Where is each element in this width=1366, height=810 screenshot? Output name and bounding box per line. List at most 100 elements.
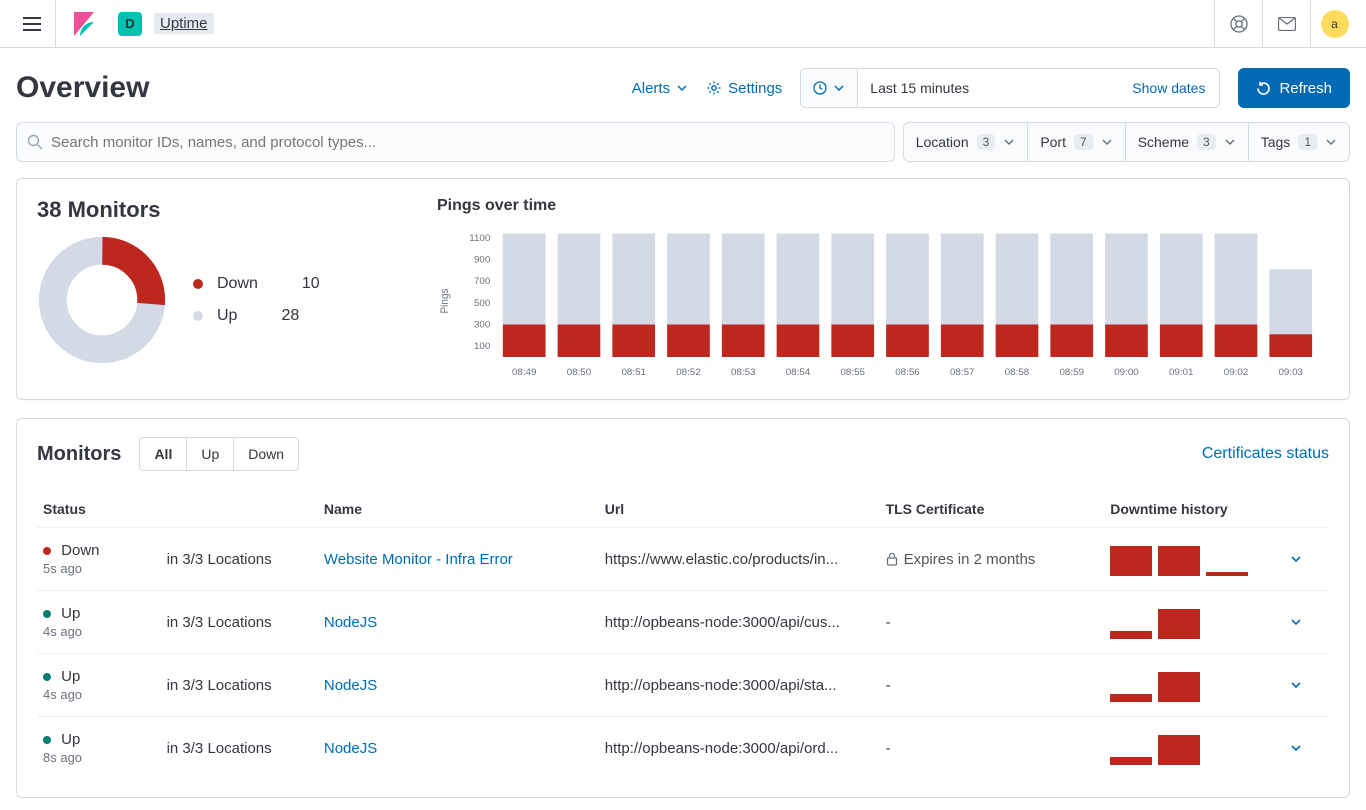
monitors-tabs: AllUpDown bbox=[139, 437, 299, 471]
chevron-down-icon bbox=[1003, 136, 1015, 148]
chevron-down-icon bbox=[1224, 136, 1236, 148]
chevron-down-icon bbox=[676, 82, 688, 94]
status-dot bbox=[43, 673, 51, 681]
status-donut-chart bbox=[37, 235, 167, 365]
page: Overview Alerts Settings Last 15 minutes… bbox=[0, 48, 1366, 810]
expand-row-button[interactable] bbox=[1290, 679, 1323, 691]
kibana-logo[interactable] bbox=[60, 0, 108, 48]
hamburger-icon bbox=[23, 17, 41, 31]
downtime-history bbox=[1110, 542, 1278, 576]
search-input[interactable] bbox=[51, 134, 884, 151]
col-url[interactable]: Url bbox=[599, 491, 880, 528]
monitor-name-link[interactable]: NodeJS bbox=[324, 677, 377, 694]
filter-row: Location 3 Port 7 Scheme 3 Tags 1 bbox=[16, 122, 1350, 162]
svg-text:08:56: 08:56 bbox=[895, 366, 919, 377]
filter-label: Tags bbox=[1261, 134, 1291, 150]
downtime-bar bbox=[1158, 672, 1200, 702]
user-menu[interactable]: a bbox=[1310, 0, 1358, 48]
url-cell: http://opbeans-node:3000/api/ord... bbox=[599, 717, 880, 780]
show-dates-link[interactable]: Show dates bbox=[1118, 69, 1219, 107]
svg-text:08:59: 08:59 bbox=[1060, 366, 1084, 377]
breadcrumb-uptime[interactable]: Uptime bbox=[154, 13, 214, 34]
status-legend: Down 10 Up 28 bbox=[193, 275, 320, 325]
locations-cell: in 3/3 Locations bbox=[161, 528, 318, 591]
svg-text:900: 900 bbox=[474, 254, 490, 265]
status-ago: 5s ago bbox=[43, 561, 155, 576]
status-cell: Up 4s ago bbox=[43, 605, 155, 639]
col-status[interactable]: Status bbox=[37, 491, 318, 528]
legend-up: Up 28 bbox=[193, 307, 320, 325]
expand-row-button[interactable] bbox=[1290, 616, 1323, 628]
alerts-dropdown[interactable]: Alerts bbox=[632, 80, 688, 97]
downtime-bar bbox=[1110, 694, 1152, 702]
locations-cell: in 3/3 Locations bbox=[161, 654, 318, 717]
col-history[interactable]: Downtime history bbox=[1104, 491, 1284, 528]
gear-icon bbox=[706, 80, 722, 96]
time-range-label[interactable]: Last 15 minutes bbox=[858, 69, 1118, 107]
expand-row-button[interactable] bbox=[1290, 742, 1323, 754]
newsfeed-button[interactable] bbox=[1262, 0, 1310, 48]
table-row: Up 4s ago in 3/3 Locations NodeJS http:/… bbox=[37, 591, 1329, 654]
expand-row-button[interactable] bbox=[1290, 553, 1323, 565]
status-cell: Up 8s ago bbox=[43, 731, 155, 765]
status-cell: Down 5s ago bbox=[43, 542, 155, 576]
filter-count-badge: 3 bbox=[1197, 134, 1216, 150]
status-text: Up bbox=[61, 731, 80, 748]
url-cell: http://opbeans-node:3000/api/cus... bbox=[599, 591, 880, 654]
svg-text:08:58: 08:58 bbox=[1005, 366, 1029, 377]
locations-cell: in 3/3 Locations bbox=[161, 591, 318, 654]
downtime-bar bbox=[1110, 757, 1152, 765]
settings-label: Settings bbox=[728, 80, 782, 97]
legend-down-count: 10 bbox=[302, 275, 320, 293]
tab-all[interactable]: All bbox=[140, 438, 186, 470]
status-dot bbox=[43, 610, 51, 618]
alerts-label: Alerts bbox=[632, 80, 670, 97]
page-title: Overview bbox=[16, 71, 149, 105]
monitor-name-link[interactable]: Website Monitor - Infra Error bbox=[324, 551, 513, 568]
topbar: D Uptime a bbox=[0, 0, 1366, 48]
monitors-header: Monitors AllUpDown Certificates status bbox=[37, 437, 1329, 471]
filter-tags[interactable]: Tags 1 bbox=[1249, 122, 1350, 162]
chevron-down-icon bbox=[833, 82, 845, 94]
downtime-history bbox=[1110, 731, 1278, 765]
status-dot bbox=[43, 736, 51, 744]
certificates-link[interactable]: Certificates status bbox=[1202, 445, 1329, 463]
downtime-bar bbox=[1110, 546, 1152, 576]
status-text: Up bbox=[61, 605, 80, 622]
filter-scheme[interactable]: Scheme 3 bbox=[1126, 122, 1249, 162]
status-text: Up bbox=[61, 668, 80, 685]
pings-chart-title: Pings over time bbox=[437, 197, 1329, 215]
legend-up-label: Up bbox=[217, 307, 237, 325]
downtime-bar bbox=[1206, 572, 1248, 576]
header-actions: Alerts Settings Last 15 minutes Show dat… bbox=[632, 68, 1350, 108]
tls-empty: - bbox=[886, 614, 891, 631]
tab-down[interactable]: Down bbox=[233, 438, 298, 470]
svg-text:08:55: 08:55 bbox=[840, 366, 864, 377]
app-badge[interactable]: D bbox=[118, 12, 142, 36]
svg-text:09:02: 09:02 bbox=[1224, 366, 1248, 377]
topbar-right: a bbox=[1214, 0, 1358, 48]
monitor-name-link[interactable]: NodeJS bbox=[324, 740, 377, 757]
col-tls[interactable]: TLS Certificate bbox=[880, 491, 1105, 528]
monitor-name-link[interactable]: NodeJS bbox=[324, 614, 377, 631]
overview-panel: 38 Monitors Down 10 Up 28 bbox=[16, 178, 1350, 400]
col-name[interactable]: Name bbox=[318, 491, 599, 528]
chevron-down-icon bbox=[1290, 616, 1302, 628]
kibana-logo-icon bbox=[74, 12, 94, 36]
search-box[interactable] bbox=[16, 122, 895, 162]
status-summary: 38 Monitors Down 10 Up 28 bbox=[37, 197, 407, 381]
svg-text:08:54: 08:54 bbox=[786, 366, 810, 377]
svg-text:08:52: 08:52 bbox=[676, 366, 700, 377]
settings-link[interactable]: Settings bbox=[706, 80, 782, 97]
lock-icon bbox=[886, 552, 898, 566]
filter-label: Port bbox=[1040, 134, 1066, 150]
monitors-count: 38 Monitors bbox=[37, 197, 407, 223]
svg-text:500: 500 bbox=[474, 297, 490, 308]
refresh-button[interactable]: Refresh bbox=[1238, 68, 1350, 108]
help-button[interactable] bbox=[1214, 0, 1262, 48]
quick-select-button[interactable] bbox=[801, 69, 858, 107]
filter-location[interactable]: Location 3 bbox=[903, 122, 1029, 162]
menu-toggle[interactable] bbox=[8, 0, 56, 48]
tab-up[interactable]: Up bbox=[186, 438, 233, 470]
filter-port[interactable]: Port 7 bbox=[1028, 122, 1125, 162]
